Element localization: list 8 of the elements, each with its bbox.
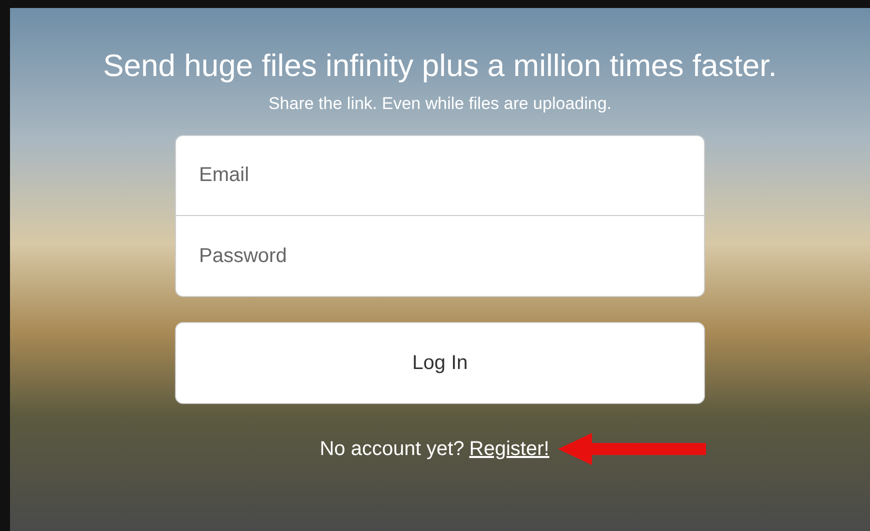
register-prompt: No account yet?: [320, 438, 464, 460]
arrow-icon: [558, 432, 708, 466]
subheadline: Share the link. Even while files are uploading.: [268, 94, 612, 114]
register-link[interactable]: Register!: [469, 438, 550, 460]
headline: Send huge files infinity plus a million times faster.: [103, 48, 777, 84]
email-field[interactable]: Email: [175, 135, 705, 216]
login-button[interactable]: Log In: [175, 322, 705, 404]
password-field[interactable]: Password: [175, 216, 705, 297]
